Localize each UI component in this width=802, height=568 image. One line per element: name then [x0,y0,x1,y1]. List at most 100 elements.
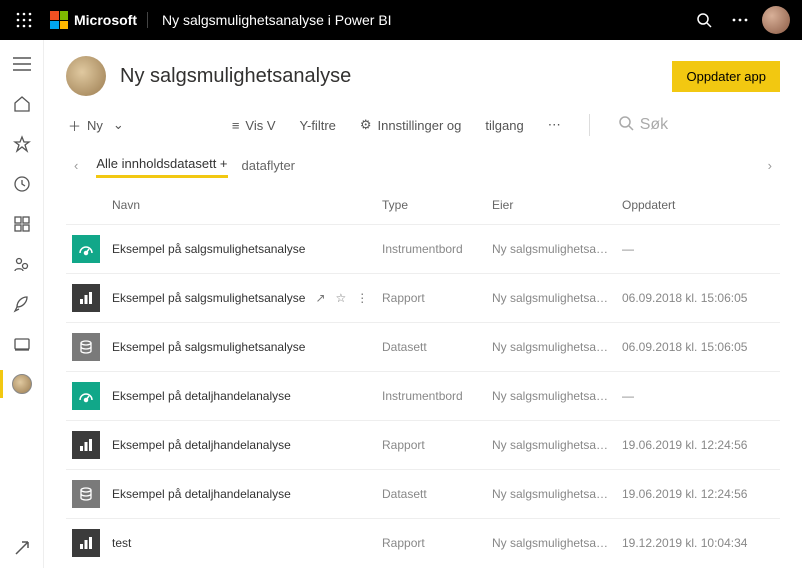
item-name: Eksempel på detaljhandelanalyse [112,438,291,452]
item-type: Rapport [376,421,486,470]
column-header-name[interactable]: Navn [106,188,376,225]
item-owner: Ny salgsmulighetsana… [486,372,616,421]
tab-dataflows[interactable]: dataflyter [242,154,295,177]
access-button[interactable]: tilgang [485,118,523,133]
item-owner: Ny salgsmulighetsana… [486,225,616,274]
tabs-scroll-right[interactable]: › [764,154,776,177]
share-icon[interactable]: ↗ [315,291,325,305]
microsoft-logo-text: Microsoft [74,12,137,28]
nav-shared[interactable] [0,244,44,284]
app-title: Ny salgsmulighetsanalyse i Power BI [147,12,406,28]
item-type: Rapport [376,274,486,323]
tab-all-content[interactable]: Alle innholdsdatasett + [96,152,227,178]
settings-button[interactable]: ⚙ Innstillinger og [360,117,461,133]
dataset-icon [72,480,100,508]
item-owner: Ny salgsmulighetsana… [486,274,616,323]
access-label: tilgang [485,118,523,133]
new-label: Ny [87,118,103,133]
nav-get-data[interactable] [0,528,44,568]
settings-label: Innstillinger og [378,118,462,133]
view-button[interactable]: ≡ Vis V [232,118,276,133]
item-type: Datasett [376,323,486,372]
gear-icon: ⚙ [360,117,372,133]
item-name: Eksempel på salgsmulighetsanalyse [112,242,305,256]
toolbar-more-button[interactable]: ⋯ [548,117,561,133]
nav-learn[interactable] [0,324,44,364]
filters-button[interactable]: Y-filtre [300,118,336,133]
item-updated: 19.12.2019 kl. 10:04:34 [616,519,780,568]
item-type: Rapport [376,519,486,568]
row-more-icon[interactable]: ⋮ [356,291,368,305]
favorite-icon[interactable]: ☆ [336,291,347,305]
nav-recent[interactable] [0,164,44,204]
view-label: Vis V [245,118,275,133]
workspace-content: Ny salgsmulighetsanalyse Oppdater app ＋ … [44,40,802,568]
nav-home[interactable] [0,84,44,124]
item-owner: Ny salgsmulighetsana… [486,519,616,568]
tabs-scroll-left[interactable]: ‹ [70,154,82,177]
item-name: Eksempel på detaljhandelanalyse [112,389,291,403]
update-app-button[interactable]: Oppdater app [672,61,780,92]
item-updated: 06.09.2018 kl. 15:06:05 [616,274,780,323]
item-updated: 19.06.2019 kl. 12:24:56 [616,421,780,470]
table-row[interactable]: Eksempel på detaljhandelanalyse↗☆⋮Datase… [66,470,780,519]
nav-apps[interactable] [0,204,44,244]
search-icon [618,115,634,136]
microsoft-logo-icon [50,11,68,29]
more-options-button[interactable] [722,0,758,40]
item-name: Eksempel på salgsmulighetsanalyse [112,340,305,354]
table-row[interactable]: Eksempel på salgsmulighetsanalyse↗☆⋮Data… [66,323,780,372]
nav-collapse-button[interactable] [0,44,44,84]
toolbar: ＋ Ny ⌄ ≡ Vis V Y-filtre ⚙ Innstillinger … [66,114,780,136]
microsoft-logo[interactable]: Microsoft [40,11,147,29]
search-workspace[interactable]: Søk [618,115,668,136]
app-launcher-button[interactable] [8,12,40,28]
table-row[interactable]: Eksempel på salgsmulighetsanalyse ↗ ☆ ⋮ Rapp… [66,274,780,323]
item-name: Eksempel på salgsmulighetsanalyse [112,291,305,305]
workspace-title: Ny salgsmulighetsanalyse [120,65,658,88]
new-button[interactable]: ＋ Ny ⌄ [68,116,124,135]
global-header: Microsoft Ny salgsmulighetsanalyse i Pow… [0,0,802,40]
nav-favorites[interactable] [0,124,44,164]
item-type: Datasett [376,470,486,519]
item-owner: Ny salgsmulighetsana… [486,323,616,372]
table-row[interactable]: Eksempel på detaljhandelanalyse↗☆⋮Rappor… [66,421,780,470]
list-icon: ≡ [232,118,240,133]
global-search-button[interactable] [686,0,722,40]
nav-deployment[interactable] [0,284,44,324]
dataset-icon [72,333,100,361]
item-updated: — [616,372,780,421]
search-placeholder: Søk [640,116,668,134]
plus-icon: ＋ [68,116,81,135]
filters-label: Y-filtre [300,118,336,133]
column-header-updated[interactable]: Oppdatert [616,188,780,225]
report-icon [72,284,100,312]
content-tabs: ‹ Alle innholdsdatasett + dataflyter › [66,152,780,178]
user-avatar[interactable] [762,6,790,34]
content-table: Navn Type Eier Oppdatert Eksempel på sal… [66,188,780,567]
column-header-owner[interactable]: Eier [486,188,616,225]
chevron-down-icon: ⌄ [113,117,124,133]
column-header-type[interactable]: Type [376,188,486,225]
table-row[interactable]: Eksempel på detaljhandelanalyse↗☆⋮Instru… [66,372,780,421]
table-row[interactable]: test↗☆⋮RapportNy salgsmulighetsana…19.12… [66,519,780,568]
nav-workspace-current[interactable] [0,364,44,404]
dashboard-icon [72,382,100,410]
report-icon [72,529,100,557]
item-type: Instrumentbord [376,225,486,274]
item-type: Instrumentbord [376,372,486,421]
left-nav-rail [0,40,44,568]
workspace-avatar-icon [12,374,32,394]
workspace-header: Ny salgsmulighetsanalyse Oppdater app [66,56,780,96]
item-updated: 06.09.2018 kl. 15:06:05 [616,323,780,372]
table-row[interactable]: Eksempel på salgsmulighetsanalyse↗☆⋮Inst… [66,225,780,274]
item-updated: — [616,225,780,274]
item-owner: Ny salgsmulighetsana… [486,470,616,519]
item-name: test [112,536,131,550]
dashboard-icon [72,235,100,263]
report-icon [72,431,100,459]
item-updated: 19.06.2019 kl. 12:24:56 [616,470,780,519]
item-owner: Ny salgsmulighetsana… [486,421,616,470]
workspace-avatar [66,56,106,96]
item-name: Eksempel på detaljhandelanalyse [112,487,291,501]
